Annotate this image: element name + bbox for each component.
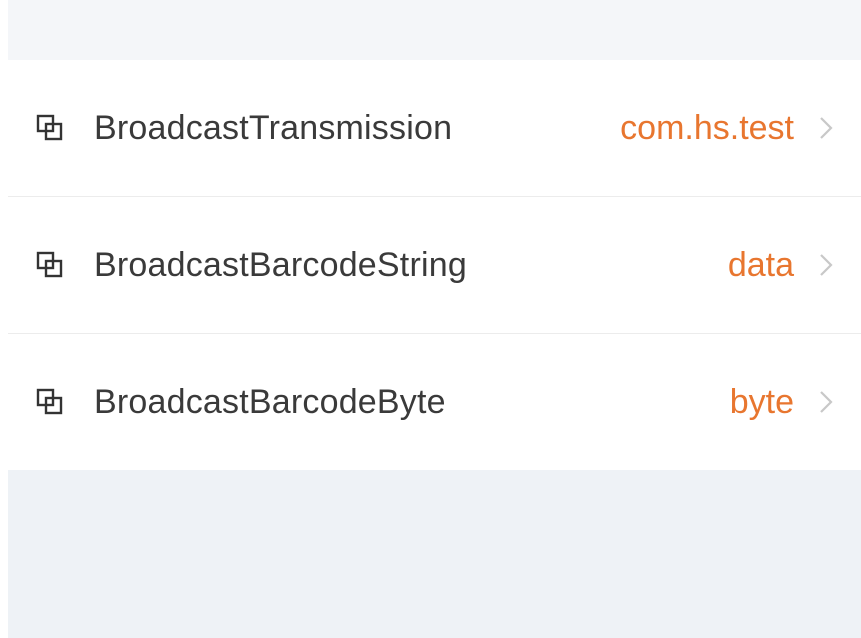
setting-value: com.hs.test: [620, 108, 794, 147]
overlap-squares-icon: [35, 387, 65, 417]
setting-row-broadcast-transmission[interactable]: BroadcastTransmission com.hs.test: [8, 60, 861, 196]
setting-row-broadcast-barcode-byte[interactable]: BroadcastBarcodeByte byte: [8, 333, 861, 470]
broadcast-settings-list: BroadcastTransmission com.hs.test Broadc…: [8, 60, 861, 470]
header-spacer: [8, 0, 861, 60]
setting-row-broadcast-barcode-string[interactable]: BroadcastBarcodeString data: [8, 196, 861, 333]
left-edge-strip: [0, 0, 8, 638]
chevron-right-icon: [815, 387, 837, 417]
empty-area: [8, 470, 861, 638]
chevron-right-icon: [815, 250, 837, 280]
setting-label: BroadcastTransmission: [94, 108, 453, 147]
overlap-squares-icon: [35, 250, 65, 280]
setting-value: data: [727, 245, 794, 284]
chevron-right-icon: [815, 113, 837, 143]
setting-label: BroadcastBarcodeString: [94, 245, 467, 284]
overlap-squares-icon: [35, 113, 65, 143]
setting-value: byte: [729, 382, 794, 421]
setting-label: BroadcastBarcodeByte: [94, 382, 446, 421]
